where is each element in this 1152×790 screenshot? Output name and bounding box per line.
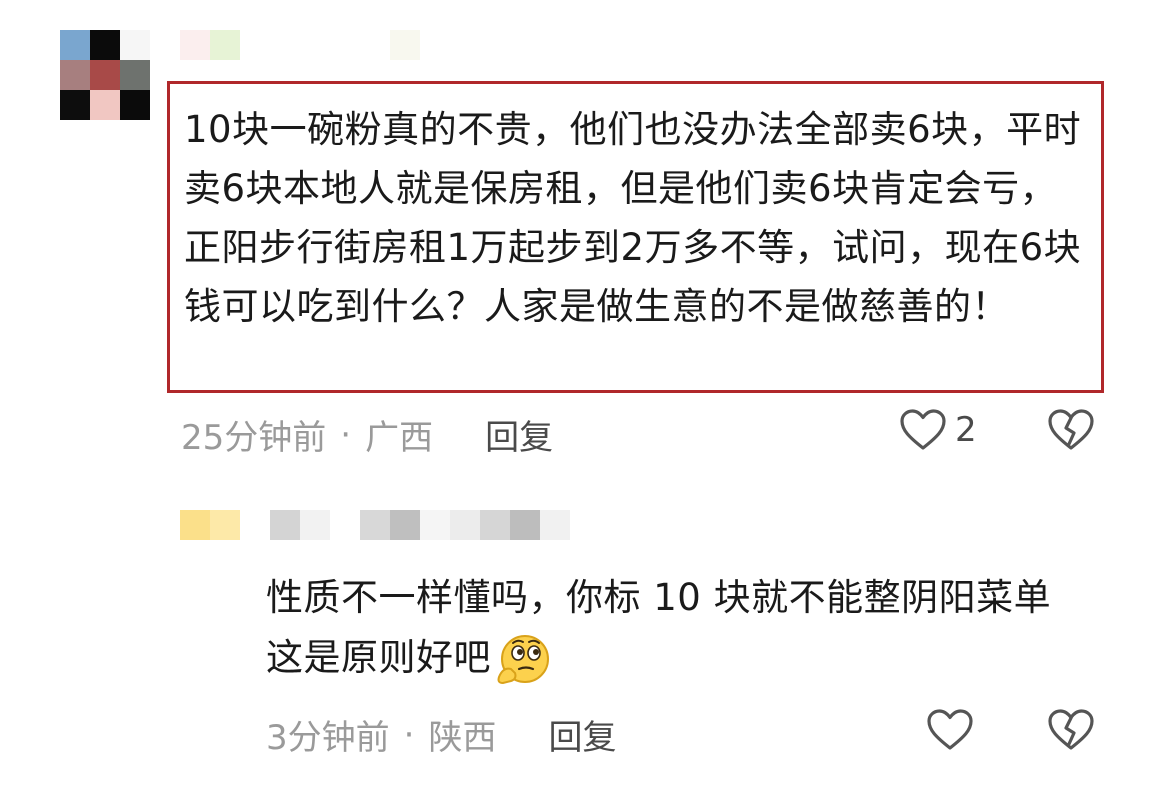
comment-location: 广西 xyxy=(365,418,434,458)
dislike-button[interactable] xyxy=(1047,408,1095,452)
reply-username-mosaic[interactable] xyxy=(270,510,570,540)
reply-location: 陕西 xyxy=(428,718,497,758)
broken-heart-icon xyxy=(1048,409,1094,450)
reply-like-button[interactable] xyxy=(926,708,974,752)
reply-text-content: 性质不一样懂吗，你标 10 块就不能整阴阳菜单这是原则好吧 xyxy=(266,576,1052,679)
reply-avatar[interactable] xyxy=(180,510,240,540)
reply-text: 性质不一样懂吗，你标 10 块就不能整阴阳菜单这是原则好吧 xyxy=(266,568,1076,689)
reply-reply-button[interactable]: 回复 xyxy=(548,710,616,759)
thinking-face-emoji xyxy=(497,634,549,684)
reply-button[interactable]: 回复 xyxy=(485,410,553,459)
comment-time: 25分钟前 xyxy=(181,418,327,458)
reply-time: 3分钟前 xyxy=(266,718,390,758)
comment-meta: 25分钟前 · 广西 回复 xyxy=(181,410,553,459)
avatar[interactable] xyxy=(60,30,150,120)
like-count: 2 xyxy=(955,410,977,450)
comment-thread: 10块一碗粉真的不贵，他们也没办法全部卖6块，平时卖6块本地人就是保房租，但是他… xyxy=(0,0,1152,790)
username-mosaic[interactable] xyxy=(180,30,420,60)
reply-dislike-button[interactable] xyxy=(1047,708,1095,752)
heart-outline-icon xyxy=(927,709,973,750)
comment-highlight-box: 10块一碗粉真的不贵，他们也没办法全部卖6块，平时卖6块本地人就是保房租，但是他… xyxy=(167,81,1104,393)
comment-text: 10块一碗粉真的不贵，他们也没办法全部卖6块，平时卖6块本地人就是保房租，但是他… xyxy=(184,108,1082,328)
like-button[interactable]: 2 xyxy=(899,408,977,452)
heart-outline-icon xyxy=(900,409,946,450)
reply-meta: 3分钟前 · 陕西 回复 xyxy=(266,710,616,759)
meta-separator: · xyxy=(403,714,415,755)
broken-heart-icon xyxy=(1048,709,1094,750)
meta-separator: · xyxy=(340,414,352,455)
